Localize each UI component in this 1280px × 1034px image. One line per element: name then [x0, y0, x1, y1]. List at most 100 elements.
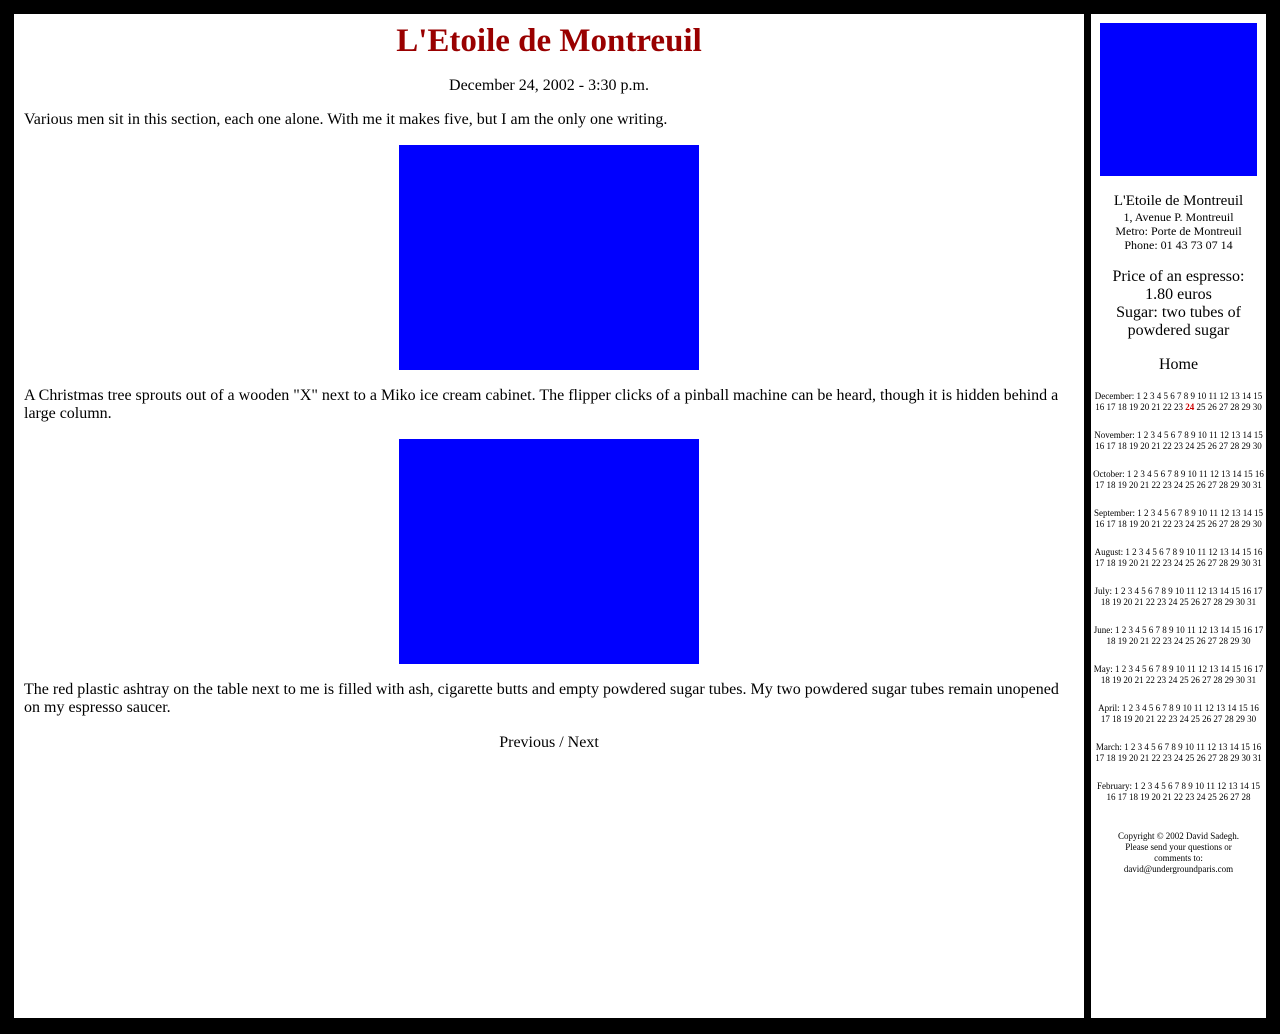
archive-day-link[interactable]: 25 — [1208, 792, 1217, 802]
archive-day-link[interactable]: 31 — [1253, 480, 1262, 490]
archive-day-link[interactable]: 10 — [1185, 742, 1194, 752]
archive-day-link[interactable]: 2 — [1131, 742, 1136, 752]
archive-day-link[interactable]: 2 — [1134, 469, 1139, 479]
archive-day-link[interactable]: 25 — [1197, 441, 1206, 451]
archive-day-link[interactable]: 27 — [1208, 480, 1217, 490]
archive-day-link[interactable]: 28 — [1219, 636, 1228, 646]
archive-day-link[interactable]: 21 — [1140, 558, 1149, 568]
archive-day-link[interactable]: 23 — [1157, 675, 1166, 685]
archive-day-link[interactable]: 17 — [1254, 625, 1263, 635]
archive-day-link[interactable]: 18 — [1107, 480, 1116, 490]
archive-day-link[interactable]: 3 — [1128, 586, 1133, 596]
archive-day-link[interactable]: 21 — [1140, 753, 1149, 763]
archive-day-link[interactable]: 17 — [1107, 402, 1116, 412]
archive-day-link[interactable]: 15 — [1253, 391, 1262, 401]
archive-day-link[interactable]: 25 — [1180, 675, 1189, 685]
archive-day-link[interactable]: 7 — [1178, 508, 1183, 518]
archive-day-link[interactable]: 4 — [1155, 781, 1160, 791]
archive-day-link[interactable]: 16 — [1095, 441, 1104, 451]
archive-day-link[interactable]: 10 — [1183, 703, 1192, 713]
archive-day-link[interactable]: 21 — [1163, 792, 1172, 802]
archive-day-link[interactable]: 19 — [1118, 636, 1127, 646]
archive-day-link[interactable]: 8 — [1162, 586, 1167, 596]
archive-day-link[interactable]: 8 — [1171, 742, 1176, 752]
archive-day-link[interactable]: 21 — [1140, 480, 1149, 490]
archive-day-current[interactable]: 24 — [1185, 402, 1194, 412]
archive-day-link[interactable]: 10 — [1197, 391, 1206, 401]
archive-day-link[interactable]: 4 — [1135, 625, 1140, 635]
archive-day-link[interactable]: 20 — [1129, 636, 1138, 646]
archive-day-link[interactable]: 19 — [1129, 519, 1138, 529]
archive-day-link[interactable]: 28 — [1219, 753, 1228, 763]
archive-day-link[interactable]: 12 — [1220, 430, 1229, 440]
archive-day-link[interactable]: 6 — [1170, 391, 1175, 401]
archive-day-link[interactable]: 11 — [1187, 625, 1196, 635]
archive-day-link[interactable]: 14 — [1220, 664, 1229, 674]
archive-day-link[interactable]: 27 — [1230, 792, 1239, 802]
archive-day-link[interactable]: 11 — [1206, 781, 1215, 791]
archive-day-link[interactable]: 2 — [1121, 586, 1126, 596]
archive-day-link[interactable]: 29 — [1236, 714, 1245, 724]
archive-day-link[interactable]: 18 — [1101, 597, 1110, 607]
archive-day-link[interactable]: 21 — [1152, 441, 1161, 451]
archive-day-link[interactable]: 16 — [1242, 586, 1251, 596]
archive-day-link[interactable]: 16 — [1095, 519, 1104, 529]
archive-day-link[interactable]: 22 — [1152, 753, 1161, 763]
archive-day-link[interactable]: 3 — [1129, 625, 1134, 635]
archive-day-link[interactable]: 24 — [1174, 636, 1183, 646]
archive-day-link[interactable]: 3 — [1151, 508, 1156, 518]
archive-day-link[interactable]: 16 — [1255, 469, 1264, 479]
archive-day-link[interactable]: 19 — [1118, 480, 1127, 490]
archive-day-link[interactable]: 10 — [1198, 430, 1207, 440]
archive-day-link[interactable]: 5 — [1149, 703, 1154, 713]
archive-day-link[interactable]: 6 — [1159, 547, 1164, 557]
archive-day-link[interactable]: 9 — [1178, 742, 1183, 752]
archive-day-link[interactable]: 23 — [1174, 519, 1183, 529]
archive-day-link[interactable]: 18 — [1118, 519, 1127, 529]
archive-day-link[interactable]: 21 — [1135, 675, 1144, 685]
archive-day-link[interactable]: 3 — [1138, 742, 1143, 752]
archive-day-link[interactable]: 10 — [1186, 547, 1195, 557]
archive-day-link[interactable]: 14 — [1231, 547, 1240, 557]
archive-day-link[interactable]: 5 — [1161, 781, 1166, 791]
archive-day-link[interactable]: 7 — [1162, 703, 1167, 713]
archive-day-link[interactable]: 3 — [1140, 469, 1145, 479]
archive-day-link[interactable]: 12 — [1198, 625, 1207, 635]
archive-day-link[interactable]: 19 — [1118, 753, 1127, 763]
archive-day-link[interactable]: 10 — [1195, 781, 1204, 791]
archive-day-link[interactable]: 6 — [1171, 508, 1176, 518]
archive-day-link[interactable]: 26 — [1197, 558, 1206, 568]
archive-day-link[interactable]: 5 — [1164, 391, 1169, 401]
archive-day-link[interactable]: 1 — [1127, 469, 1132, 479]
previous-link[interactable]: Previous — [499, 734, 555, 751]
archive-day-link[interactable]: 14 — [1242, 391, 1251, 401]
archive-day-link[interactable]: 25 — [1185, 753, 1194, 763]
archive-day-link[interactable]: 13 — [1218, 742, 1227, 752]
archive-day-link[interactable]: 4 — [1144, 742, 1149, 752]
archive-day-link[interactable]: 15 — [1241, 742, 1250, 752]
archive-day-link[interactable]: 31 — [1247, 675, 1256, 685]
archive-day-link[interactable]: 28 — [1219, 558, 1228, 568]
archive-day-link[interactable]: 16 — [1243, 625, 1252, 635]
archive-day-link[interactable]: 20 — [1129, 753, 1138, 763]
archive-day-link[interactable]: 18 — [1107, 753, 1116, 763]
archive-day-link[interactable]: 4 — [1158, 508, 1163, 518]
archive-day-link[interactable]: 13 — [1231, 391, 1240, 401]
archive-day-link[interactable]: 7 — [1155, 586, 1160, 596]
archive-day-link[interactable]: 26 — [1202, 714, 1211, 724]
archive-day-link[interactable]: 30 — [1253, 402, 1262, 412]
archive-day-link[interactable]: 30 — [1242, 636, 1251, 646]
archive-day-link[interactable]: 2 — [1122, 625, 1127, 635]
archive-day-link[interactable]: 3 — [1150, 391, 1155, 401]
archive-day-link[interactable]: 20 — [1140, 519, 1149, 529]
archive-day-link[interactable]: 18 — [1101, 675, 1110, 685]
archive-day-link[interactable]: 17 — [1095, 480, 1104, 490]
archive-day-link[interactable]: 29 — [1242, 402, 1251, 412]
archive-day-link[interactable]: 1 — [1137, 508, 1142, 518]
archive-day-link[interactable]: 22 — [1163, 441, 1172, 451]
archive-day-link[interactable]: 1 — [1137, 391, 1142, 401]
archive-day-link[interactable]: 26 — [1197, 753, 1206, 763]
archive-day-link[interactable]: 7 — [1177, 391, 1182, 401]
archive-day-link[interactable]: 30 — [1253, 441, 1262, 451]
archive-day-link[interactable]: 20 — [1129, 558, 1138, 568]
